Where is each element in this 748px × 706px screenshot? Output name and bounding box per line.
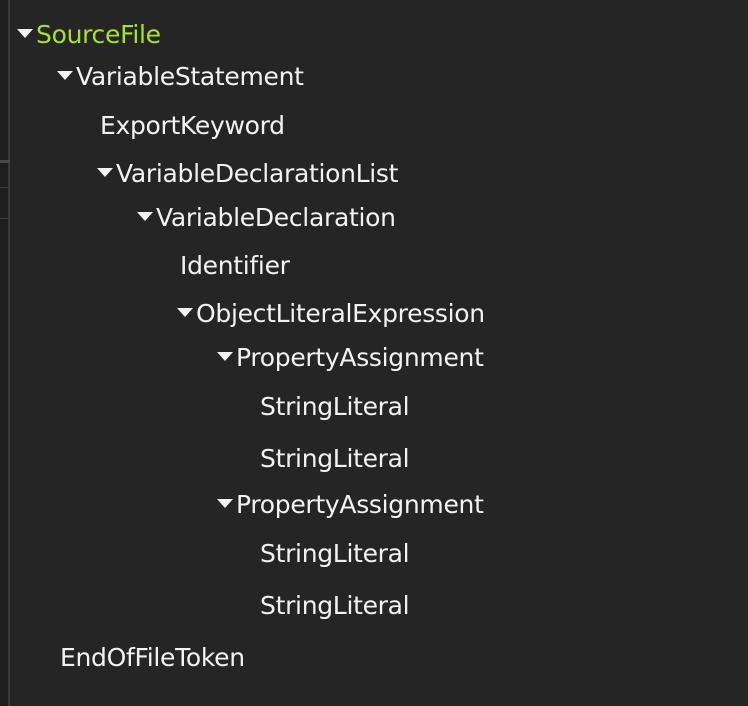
caret-down-icon[interactable] — [54, 59, 76, 93]
tree-node-property-assignment[interactable]: PropertyAssignment — [214, 340, 484, 374]
tree-node-string-literal[interactable]: StringLiteral — [260, 588, 410, 622]
tree-node-label: StringLiteral — [260, 538, 410, 568]
tree-node-label: PropertyAssignment — [236, 342, 484, 372]
tree-node-label: StringLiteral — [260, 443, 410, 473]
tree-node-variable-statement[interactable]: VariableStatement — [54, 59, 304, 93]
tree-node-label: VariableStatement — [76, 61, 304, 91]
tree-node-object-literal-expression[interactable]: ObjectLiteralExpression — [174, 296, 485, 330]
tree-node-variable-declaration[interactable]: VariableDeclaration — [134, 200, 396, 234]
tree-node-label: EndOfFileToken — [60, 642, 245, 672]
tree-node-source-file[interactable]: SourceFile — [14, 17, 161, 51]
tree-node-label: SourceFile — [36, 19, 161, 49]
tree-node-label: VariableDeclarationList — [116, 158, 399, 188]
caret-down-icon[interactable] — [174, 296, 196, 330]
caret-down-icon[interactable] — [214, 487, 236, 521]
caret-down-icon[interactable] — [94, 156, 116, 190]
tree-node-label: VariableDeclaration — [156, 202, 396, 232]
caret-down-icon[interactable] — [134, 200, 156, 234]
tree-node-label: Identifier — [180, 250, 290, 280]
tree-node-label: ExportKeyword — [100, 110, 285, 140]
tree-node-string-literal[interactable]: StringLiteral — [260, 441, 410, 475]
tree-node-string-literal[interactable]: StringLiteral — [260, 389, 410, 423]
tree-node-property-assignment[interactable]: PropertyAssignment — [214, 487, 484, 521]
tree-node-identifier[interactable]: Identifier — [180, 248, 290, 282]
tree-node-label: StringLiteral — [260, 590, 410, 620]
tree-node-export-keyword[interactable]: ExportKeyword — [100, 108, 285, 142]
tree-node-label: ObjectLiteralExpression — [196, 298, 485, 328]
tree-node-label: StringLiteral — [260, 391, 410, 421]
tree-node-label: PropertyAssignment — [236, 489, 484, 519]
ast-tree-view: SourceFile VariableStatement ExportKeywo… — [0, 0, 748, 706]
tree-node-string-literal[interactable]: StringLiteral — [260, 536, 410, 570]
tree-node-variable-declaration-list[interactable]: VariableDeclarationList — [94, 156, 398, 190]
caret-down-icon[interactable] — [214, 340, 236, 374]
tree-node-end-of-file-token[interactable]: EndOfFileToken — [60, 640, 245, 674]
caret-down-icon[interactable] — [14, 17, 36, 51]
